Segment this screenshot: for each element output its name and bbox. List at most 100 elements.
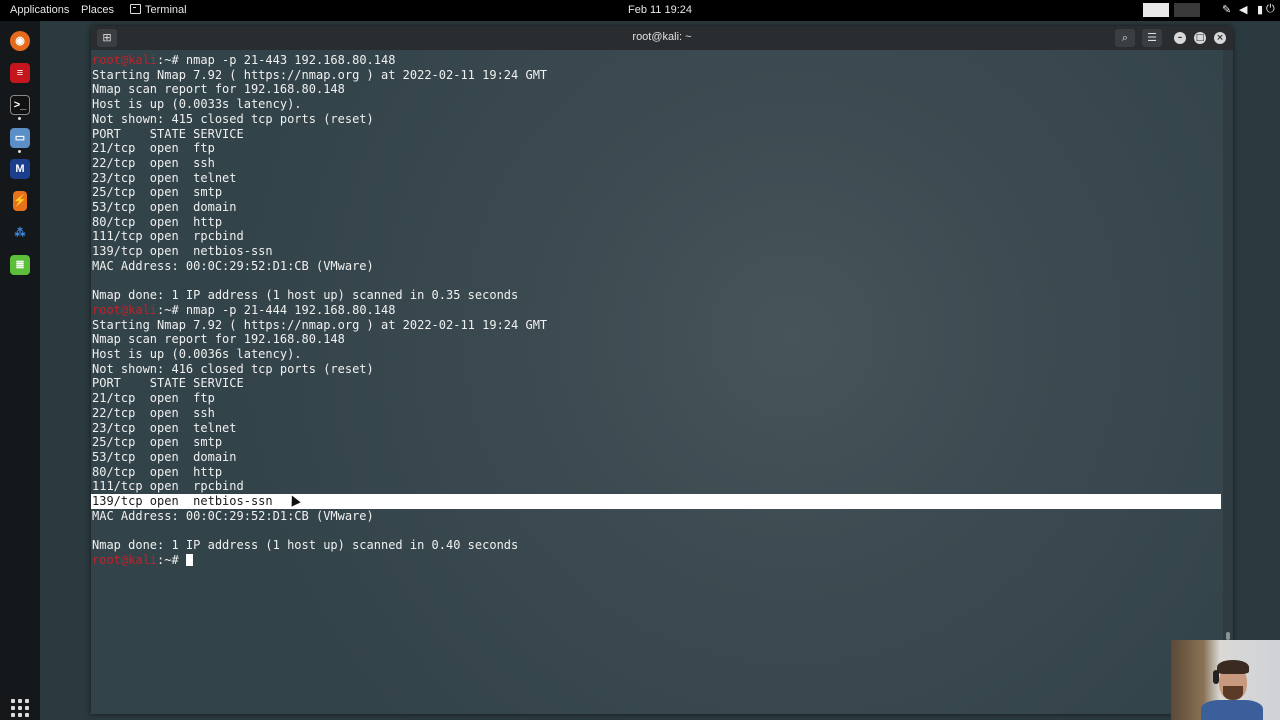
output-line: Host is up (0.0033s latency). (92, 97, 302, 112)
line-text: Host is up (0.0033s latency). (92, 97, 302, 112)
line-text: 25/tcp open smtp (92, 435, 223, 450)
output-line: 21/tcp open ftp (92, 391, 215, 406)
line-text: PORT STATE SERVICE (92, 376, 244, 391)
output-line: Not shown: 416 closed tcp ports (reset) (92, 362, 374, 377)
line-text: 25/tcp open smtp (92, 185, 223, 200)
terminal-icon[interactable]: >_ (10, 95, 30, 115)
running-indicator (18, 150, 21, 153)
window-title: root@kali: ~ (632, 31, 692, 43)
webcam-overlay (1171, 640, 1280, 720)
output-line: 23/tcp open telnet (92, 171, 237, 186)
output-line: 53/tcp open domain (92, 200, 237, 215)
line-text: 80/tcp open http (92, 464, 223, 479)
output-line: 25/tcp open smtp (92, 185, 222, 200)
line-text: 22/tcp open ssh (92, 405, 215, 420)
output-line: Nmap scan report for 192.168.80.148 (92, 82, 345, 97)
maltego-icon[interactable]: ⁂ (10, 223, 30, 243)
line-text: :~# (157, 552, 186, 567)
output-line: 22/tcp open ssh (92, 406, 215, 421)
line-text: Not shown: 415 closed tcp ports (reset) (92, 111, 374, 126)
files-icon[interactable]: ▭ (10, 128, 30, 148)
output-line: 80/tcp open http (92, 215, 222, 230)
line-text: 23/tcp open telnet (92, 170, 237, 185)
power-icon[interactable]: ⏻ (1266, 3, 1275, 16)
output-line: Nmap done: 1 IP address (1 host up) scan… (92, 288, 518, 303)
output-line: Starting Nmap 7.92 ( https://nmap.org ) … (92, 318, 547, 333)
line-text: MAC Address: 00:0C:29:52:D1:CB (VMware) (92, 508, 374, 523)
output-line: MAC Address: 00:0C:29:52:D1:CB (VMware) (92, 259, 374, 274)
prompt-line: root@kali:~# nmap -p 21-443 192.168.80.1… (92, 53, 395, 68)
prompt-user-host: root@kali (92, 552, 158, 567)
battery-icon[interactable]: ▮ (1257, 3, 1263, 16)
title-bar[interactable]: ⊞ root@kali: ~ ⌕ ☰ – □ × (91, 26, 1233, 50)
prompt-line: root@kali:~# nmap -p 21-444 192.168.80.1… (92, 303, 395, 318)
line-text: 139/tcp open netbios-ssn (92, 244, 273, 259)
running-indicator (18, 117, 21, 120)
output-line: 111/tcp open rpcbind (92, 479, 244, 494)
terminal-window: ⊞ root@kali: ~ ⌕ ☰ – □ × root@kali:~# nm… (91, 26, 1233, 714)
line-text: :~# nmap -p 21-443 192.168.80.148 (157, 53, 396, 67)
menu-icon[interactable]: ☰ (1142, 29, 1162, 47)
line-text: 53/tcp open domain (92, 200, 237, 214)
output-line: 139/tcp open netbios-ssn (92, 244, 273, 259)
notes-icon[interactable]: ≣ (10, 255, 30, 275)
person-hair (1217, 660, 1249, 674)
person-beard (1223, 686, 1243, 700)
line-text: 21/tcp open ftp (92, 141, 215, 156)
task-manager-icon[interactable]: ≡ (10, 63, 30, 83)
line-text: Starting Nmap 7.92 ( https://nmap.org ) … (92, 317, 548, 332)
line-text: 111/tcp open rpcbind (92, 229, 244, 244)
output-line: 25/tcp open smtp (92, 435, 222, 450)
output-line: 22/tcp open ssh (92, 156, 215, 171)
places-menu[interactable]: Places (81, 4, 114, 17)
clock[interactable]: Feb 11 19:24 (628, 4, 692, 17)
terminal-app-menu[interactable]: Terminal (130, 4, 187, 17)
line-text: PORT STATE SERVICE (92, 126, 244, 141)
output-line: Nmap done: 1 IP address (1 host up) scan… (92, 538, 518, 553)
line-text: MAC Address: 00:0C:29:52:D1:CB (VMware) (92, 258, 374, 273)
line-text: 80/tcp open http (92, 214, 223, 229)
burpsuite-icon[interactable]: ⚡ (13, 191, 27, 211)
prompt-user-host: root@kali (92, 302, 158, 317)
output-line: Starting Nmap 7.92 ( https://nmap.org ) … (92, 68, 547, 83)
maximize-icon[interactable]: □ (1194, 32, 1206, 44)
close-icon[interactable]: × (1214, 32, 1226, 44)
minimize-icon[interactable]: – (1174, 32, 1186, 44)
terminal-output[interactable]: root@kali:~# nmap -p 21-443 192.168.80.1… (91, 50, 1223, 714)
line-text: Starting Nmap 7.92 ( https://nmap.org ) … (92, 67, 548, 82)
text-cursor (185, 553, 193, 566)
person-body (1201, 700, 1263, 720)
line-text: 21/tcp open ftp (92, 391, 215, 406)
top-panel: Applications Places Terminal Feb 11 19:2… (0, 0, 1280, 21)
workspace-2[interactable] (1174, 3, 1200, 17)
show-applications-icon[interactable] (11, 699, 29, 717)
output-line: 111/tcp open rpcbind (92, 229, 244, 244)
volume-icon[interactable]: ◀︎ (1239, 3, 1247, 16)
output-line: MAC Address: 00:0C:29:52:D1:CB (VMware) (92, 509, 374, 524)
pen-icon[interactable]: ✎ (1222, 3, 1231, 16)
metasploit-icon[interactable]: M (10, 159, 30, 179)
terminal-app-label: Terminal (145, 4, 187, 16)
line-text: :~# nmap -p 21-444 192.168.80.148 (157, 302, 396, 317)
output-line: PORT STATE SERVICE (92, 127, 244, 142)
line-text: Nmap done: 1 IP address (1 host up) scan… (92, 538, 519, 553)
output-line: Not shown: 415 closed tcp ports (reset) (92, 112, 374, 127)
scrollbar[interactable] (1223, 50, 1233, 714)
search-icon[interactable]: ⌕ (1115, 29, 1135, 47)
prompt-user-host: root@kali (92, 53, 158, 67)
dock: ◉ ≡ >_ ▭ M ⚡ ⁂ ≣ (0, 21, 40, 720)
firefox-icon[interactable]: ◉ (10, 31, 30, 51)
scroll-thumb[interactable] (1226, 632, 1230, 640)
line-text: 111/tcp open rpcbind (92, 479, 244, 494)
line-text: Not shown: 416 closed tcp ports (reset) (92, 361, 374, 376)
output-line: 23/tcp open telnet (92, 421, 237, 436)
output-line: 21/tcp open ftp (92, 141, 215, 156)
applications-menu[interactable]: Applications (10, 4, 69, 17)
output-line: 139/tcp open netbios-ssn (92, 494, 273, 509)
line-text: Nmap scan report for 192.168.80.148 (92, 82, 345, 97)
output-line: 80/tcp open http (92, 465, 222, 480)
terminal-icon (130, 4, 141, 14)
output-line: Host is up (0.0036s latency). (92, 347, 302, 362)
workspace-1[interactable] (1143, 3, 1169, 17)
output-line: PORT STATE SERVICE (92, 376, 244, 391)
